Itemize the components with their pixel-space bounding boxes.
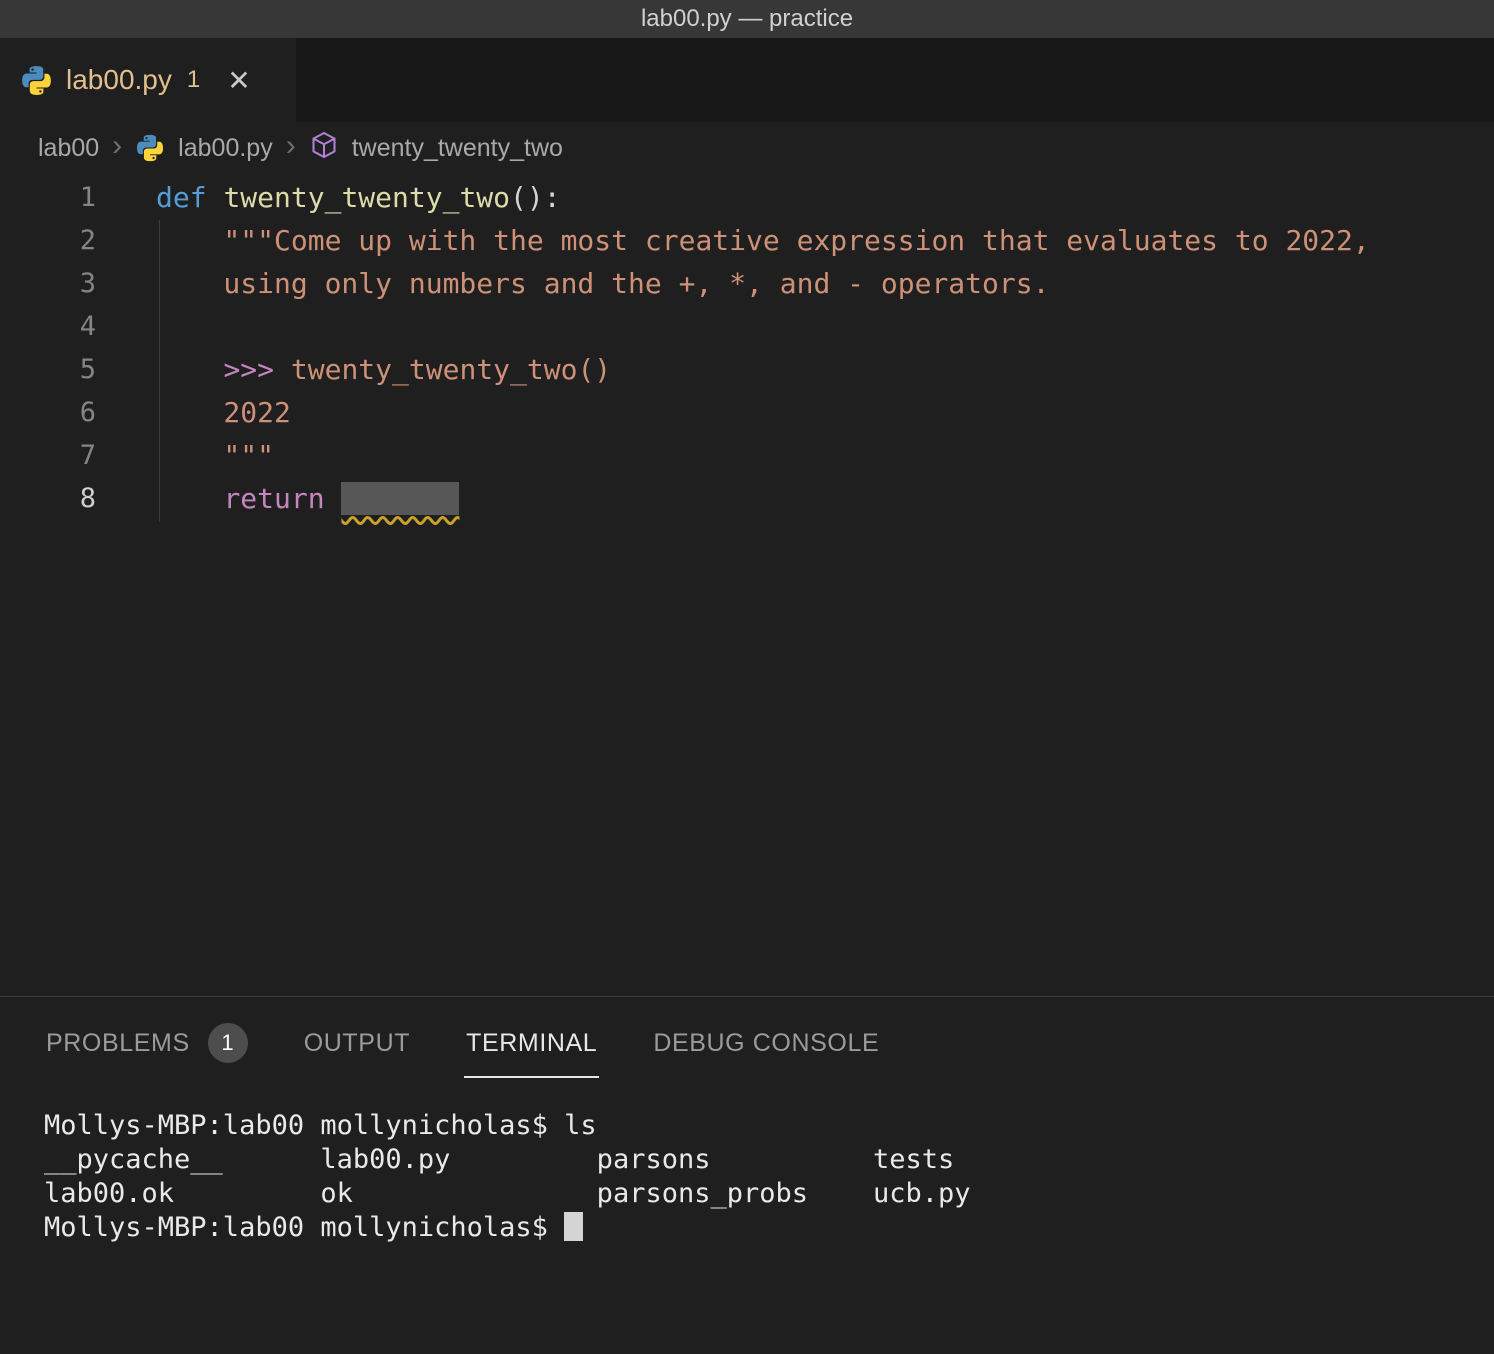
editor-line[interactable]: 4 [0,305,1494,348]
return-expression-placeholder[interactable]: XXXXXXX [341,482,459,515]
code-line-content: >>> twenty_twenty_two() [156,348,611,391]
panel-tabs: PROBLEMS 1 OUTPUT TERMINAL DEBUG CONSOLE [0,997,1494,1085]
editor-line[interactable]: 3 using only numbers and the +, *, and -… [0,262,1494,305]
code-editor[interactable]: 1def twenty_twenty_two():2 """Come up wi… [0,174,1494,996]
indent-guide [159,220,160,522]
tab-problems-count: 1 [187,66,200,94]
breadcrumb: lab00 › lab00.py › twenty_twenty_two [0,122,1494,174]
panel-tab-label: TERMINAL [466,1029,597,1058]
code-line-content: using only numbers and the +, *, and - o… [156,262,1049,305]
tab-lab00py[interactable]: lab00.py 1 ✕ [0,38,296,122]
problems-count-badge: 1 [208,1023,248,1063]
line-number: 2 [0,219,96,262]
chevron-right-icon: › [112,129,122,163]
breadcrumb-file[interactable]: lab00.py [178,134,273,163]
editor-line[interactable]: 7 """ [0,434,1494,477]
line-number: 7 [0,434,96,477]
editor-lines: 1def twenty_twenty_two():2 """Come up wi… [0,176,1494,520]
line-number: 6 [0,391,96,434]
editor-line[interactable]: 1 def twenty_twenty_two(): [0,176,1494,219]
panel-tab-label: OUTPUT [304,1029,410,1058]
line-number: 3 [0,262,96,305]
breadcrumb-folder[interactable]: lab00 [38,134,99,163]
editor-line[interactable]: 8 return XXXXXXX [0,477,1494,520]
python-icon [135,133,165,163]
chevron-right-icon: › [286,129,296,163]
code-line-content: 2022 [156,391,291,434]
terminal-line: __pycache__ lab00.py parsons tests [44,1143,1494,1177]
terminal-line: Mollys-MBP:lab00 mollynicholas$ ls [44,1109,1494,1143]
line-number: 4 [0,305,96,348]
tab-filename: lab00.py [66,64,172,96]
title-bar: lab00.py — practice [0,0,1494,38]
window-title: lab00.py — practice [641,5,853,33]
code-line-content: """Come up with the most creative expres… [156,219,1370,262]
bottom-panel: PROBLEMS 1 OUTPUT TERMINAL DEBUG CONSOLE Mol… [0,996,1494,1354]
close-tab-icon[interactable]: ✕ [227,64,250,97]
panel-tab-debug-console[interactable]: DEBUG CONSOLE [651,1005,881,1078]
vscode-window: lab00.py — practice lab00.py 1 ✕ lab00 ›… [0,0,1494,1354]
panel-tab-terminal[interactable]: TERMINAL [464,1005,599,1078]
panel-tab-output[interactable]: OUTPUT [302,1005,412,1078]
python-icon [20,64,53,97]
editor-line[interactable]: 5 >>> twenty_twenty_two() [0,348,1494,391]
editor-tab-bar: lab00.py 1 ✕ [0,38,1494,122]
symbol-function-icon [309,130,339,167]
line-number: 5 [0,348,96,391]
code-line-content: return XXXXXXX [156,477,459,520]
terminal-cursor [564,1212,583,1241]
editor-line[interactable]: 2 """Come up with the most creative expr… [0,219,1494,262]
code-line-content: def twenty_twenty_two(): [156,176,561,219]
code-line-content: """ [156,434,274,477]
terminal-line: Mollys-MBP:lab00 mollynicholas$ [44,1211,1494,1245]
panel-tab-label: DEBUG CONSOLE [653,1029,879,1058]
breadcrumb-symbol[interactable]: twenty_twenty_two [352,134,563,163]
line-number: 8 [0,477,96,520]
terminal-line: lab00.ok ok parsons_probs ucb.py [44,1177,1494,1211]
panel-tab-problems[interactable]: PROBLEMS 1 [44,999,250,1083]
terminal-content[interactable]: Mollys-MBP:lab00 mollynicholas$ ls__pyca… [0,1085,1494,1245]
panel-tab-label: PROBLEMS [46,1029,190,1058]
editor-line[interactable]: 6 2022 [0,391,1494,434]
line-number: 1 [0,176,96,219]
